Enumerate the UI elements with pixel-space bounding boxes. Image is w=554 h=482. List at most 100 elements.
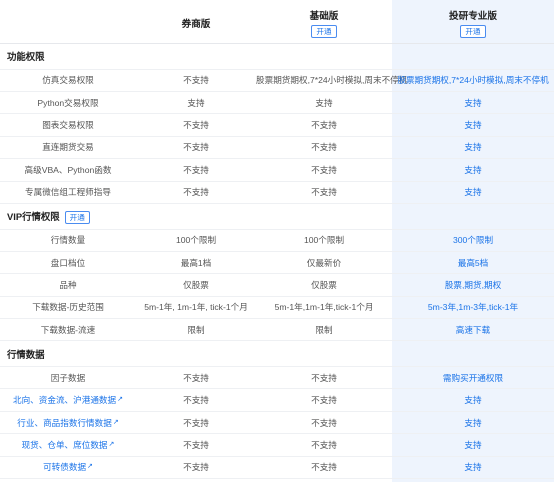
pro-cell: 支持: [392, 417, 554, 429]
pro-cell: 300个限制: [392, 234, 554, 246]
comparison-table: 券商版 基础版 开通 投研专业版 开通 功能权限 仿真交易权限 不支持 股票期货期权,…: [0, 0, 554, 482]
pro-cell-text: 300个限制: [452, 235, 494, 246]
section-header: VIP行情权限 开通: [0, 204, 554, 230]
feature-cell[interactable]: 行业、商品指数行情数据↗: [0, 417, 136, 429]
table-row: 高级VBA、Python函数 不支持 不支持 支持: [0, 159, 554, 182]
basic-cell-text: 不支持: [311, 120, 337, 131]
basic-cell-text: 仅最新价: [306, 257, 342, 268]
basic-cell-text: 不支持: [311, 142, 337, 153]
broker-cell: 不支持: [136, 74, 256, 86]
pro-cell: 支持: [392, 97, 554, 109]
feature-cell[interactable]: 北向、资金流、沪港通数据↗: [0, 394, 136, 406]
broker-cell: 不支持: [136, 141, 256, 153]
basic-cell-text: 不支持: [311, 439, 337, 450]
feature-cell-text: 北向、资金流、沪港通数据: [12, 395, 117, 406]
broker-cell: 100个限制: [136, 234, 256, 246]
pro-cell: 支持: [392, 439, 554, 451]
section-open-button[interactable]: 开通: [64, 211, 90, 225]
section-label: VIP行情权限 开通: [0, 208, 90, 225]
table-row: 行业、商品指数行情数据↗ 不支持 不支持 支持: [0, 412, 554, 435]
basic-cell-text: 限制: [315, 324, 333, 335]
broker-cell-text: 限制: [187, 324, 205, 335]
pro-cell: 股票,期货,期权: [392, 279, 554, 291]
basic-cell: 不支持: [256, 417, 392, 429]
feature-cell-text: Python交易权限: [37, 97, 99, 108]
basic-cell: 不支持: [256, 372, 392, 384]
basic-cell-text: 不支持: [311, 462, 337, 473]
feature-cell-text: 可转债数据: [43, 462, 87, 473]
section-header: 功能权限: [0, 44, 554, 70]
basic-cell-text: 5m-1年,1m-1年,tick-1个月: [274, 302, 374, 313]
pro-cell-text: 支持: [464, 462, 482, 473]
header-basic: 基础版 开通: [256, 0, 392, 38]
feature-cell-text: 因子数据: [50, 372, 86, 383]
feature-cell: 品种: [0, 279, 136, 291]
tier-title-broker: 券商版: [181, 19, 211, 30]
broker-cell: 不支持: [136, 372, 256, 384]
pro-cell: 支持: [392, 394, 554, 406]
external-link-icon: ↗: [87, 463, 93, 471]
pro-cell-text: 最高5档: [457, 257, 489, 268]
table-row: 现货、仓单、席位数据↗ 不支持 不支持 支持: [0, 434, 554, 457]
broker-cell-text: 不支持: [183, 439, 209, 450]
broker-cell-text: 不支持: [183, 142, 209, 153]
header-pro: 投研专业版 开通: [392, 0, 554, 38]
feature-cell-text: 高级VBA、Python函数: [24, 164, 112, 175]
broker-cell-text: 5m-1年, 1m-1年, tick-1个月: [144, 302, 248, 313]
feature-cell-text: 直连期货交易: [42, 142, 94, 153]
basic-cell: 支持: [256, 97, 392, 109]
feature-cell: Python交易权限: [0, 97, 136, 109]
feature-cell[interactable]: 现货、仓单、席位数据↗: [0, 439, 136, 451]
pro-cell-text: 支持: [464, 142, 482, 153]
basic-cell: 不支持: [256, 394, 392, 406]
basic-cell: 不支持: [256, 439, 392, 451]
basic-cell: 不支持: [256, 119, 392, 131]
table-row: 品种 仅股票 仅股票 股票,期货,期权: [0, 274, 554, 297]
feature-cell: 行情数量: [0, 234, 136, 246]
section-title: VIP行情权限: [7, 211, 60, 223]
broker-cell: 不支持: [136, 164, 256, 176]
table-row: Python交易权限 支持 支持 支持: [0, 92, 554, 115]
broker-cell-text: 不支持: [183, 462, 209, 473]
section-label: 功能权限: [0, 49, 45, 63]
feature-cell: 因子数据: [0, 372, 136, 384]
table-header: 券商版 基础版 开通 投研专业版 开通: [0, 0, 554, 44]
external-link-icon: ↗: [112, 418, 119, 426]
feature-cell-text: 现货、仓单、席位数据: [21, 439, 108, 450]
pro-cell: 支持: [392, 186, 554, 198]
pro-cell-text: 高速下载: [455, 324, 491, 335]
feature-cell: 直连期货交易: [0, 141, 136, 153]
pro-open-button[interactable]: 开通: [460, 25, 486, 38]
section-title: 行情数据: [7, 348, 45, 360]
table-row: 北向、资金流、沪港通数据↗ 不支持 不支持 支持: [0, 389, 554, 412]
pro-cell: 5m-3年,1m-3年,tick-1年: [392, 301, 554, 313]
broker-cell: 5m-1年, 1m-1年, tick-1个月: [136, 301, 256, 313]
broker-cell: 仅股票: [136, 279, 256, 291]
external-link-icon: ↗: [108, 440, 115, 448]
broker-cell: 不支持: [136, 119, 256, 131]
basic-cell-text: 不支持: [311, 164, 337, 175]
feature-cell-text: 仿真交易权限: [42, 75, 94, 86]
feature-cell[interactable]: 可转债数据↗: [0, 461, 136, 473]
feature-cell: 高级VBA、Python函数: [0, 164, 136, 176]
broker-cell: 最高1档: [136, 257, 256, 269]
basic-cell: 仅最新价: [256, 257, 392, 269]
feature-cell-text: 品种: [59, 280, 77, 290]
table-body: 功能权限 仿真交易权限 不支持 股票期货期权,7*24小时模拟,周末不停机 股票期货期权…: [0, 44, 554, 482]
table-row: 行情数量 100个限制 100个限制 300个限制: [0, 230, 554, 252]
pro-cell-text: 支持: [464, 417, 482, 428]
broker-cell: 不支持: [136, 417, 256, 429]
table-row: 因子数据 不支持 不支持 需购买开通权限: [0, 367, 554, 390]
basic-cell: 不支持: [256, 164, 392, 176]
broker-cell-text: 不支持: [183, 187, 209, 198]
table-row: 图表交易权限 不支持 不支持 支持: [0, 114, 554, 137]
basic-cell: 仅股票: [256, 279, 392, 291]
feature-cell-text: 下载数据-流速: [40, 324, 96, 335]
broker-cell: 支持: [136, 97, 256, 109]
pro-cell-text: 支持: [464, 97, 482, 108]
basic-open-button[interactable]: 开通: [311, 25, 337, 38]
feature-cell-text: 行情数量: [50, 235, 86, 246]
pro-cell: 需购买开通权限: [392, 372, 554, 384]
pro-cell-text: 5m-3年,1m-3年,tick-1年: [427, 302, 519, 313]
basic-cell: 股票期货期权,7*24小时模拟,周末不停机: [256, 74, 407, 86]
